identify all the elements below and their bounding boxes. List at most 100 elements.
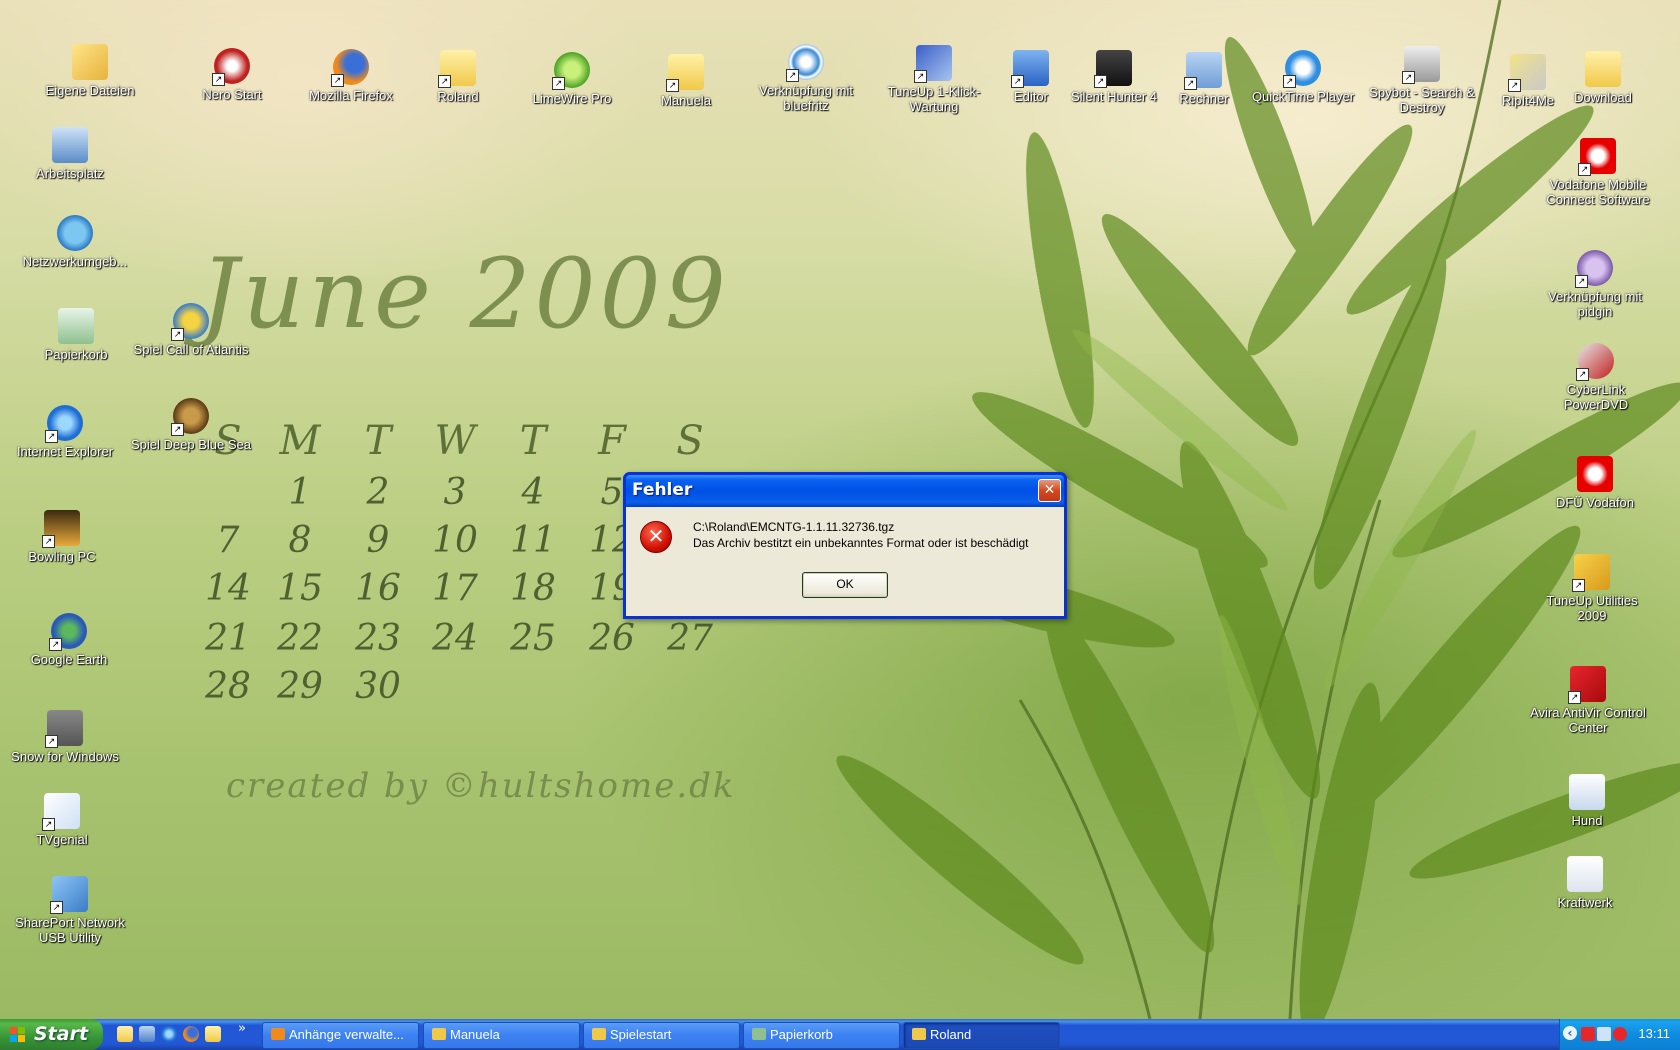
silent-hunter-icon: ↗ bbox=[1094, 50, 1132, 88]
desktop-icon-mozilla-firefox[interactable]: ↗ Mozilla Firefox bbox=[291, 49, 411, 103]
desktop-icon-tuneup-utilities[interactable]: ↗ TuneUp Utilities 2009 bbox=[1532, 554, 1652, 623]
desktop-icon-bowling-pc[interactable]: ↗ Bowling PC bbox=[2, 510, 122, 564]
calendar-day: 28 bbox=[205, 666, 251, 707]
quicklaunch-desktop-icon[interactable] bbox=[139, 1026, 155, 1042]
desktop-icon-papierkorb[interactable]: Papierkorb bbox=[16, 308, 136, 362]
icon-label: Papierkorb bbox=[44, 347, 108, 362]
desktop-icon-quicktime[interactable]: ↗ QuickTime Player bbox=[1243, 50, 1363, 104]
avira-icon: ↗ bbox=[1568, 666, 1606, 704]
quicklaunch-firefox-icon[interactable] bbox=[183, 1026, 199, 1042]
calendar-day: 21 bbox=[205, 618, 251, 659]
quicklaunch-ie-icon[interactable] bbox=[161, 1026, 177, 1042]
desktop-icon-limewire-pro[interactable]: ↗ LimeWire Pro bbox=[512, 52, 632, 106]
desktop-icon-hund[interactable]: Hund bbox=[1527, 774, 1647, 828]
desktop-icon-download[interactable]: Download bbox=[1543, 51, 1663, 105]
icon-label: Verknüpfung mit bluefritz bbox=[759, 83, 853, 113]
icon-label: Manuela bbox=[661, 93, 711, 108]
system-tray: ‹ 13:11 bbox=[1559, 1019, 1680, 1050]
tray-antivir-umbrella-icon[interactable] bbox=[1613, 1027, 1627, 1041]
desktop-icon-deep-blue-sea[interactable]: ↗ Spiel Deep Blue Sea bbox=[131, 398, 251, 452]
icon-label: TuneUp 1-Klick-Wartung bbox=[887, 84, 981, 114]
calendar-day: 1 bbox=[288, 472, 312, 513]
powerdvd-icon: ↗ bbox=[1576, 343, 1614, 381]
tray-avira-icon[interactable] bbox=[1581, 1027, 1595, 1041]
dialog-titlebar[interactable]: Fehler ✕ bbox=[623, 472, 1067, 507]
internet-explorer-icon: ↗ bbox=[45, 405, 83, 443]
spybot-icon: ↗ bbox=[1402, 46, 1440, 84]
shortcut-arrow-icon: ↗ bbox=[1283, 75, 1296, 88]
desktop[interactable]: June 2009 SMTWTFS12345678910111213141516… bbox=[0, 0, 1680, 1019]
taskbar-button-icon bbox=[271, 1028, 285, 1040]
calendar-day: 26 bbox=[589, 618, 635, 659]
error-icon: ✕ bbox=[640, 521, 672, 553]
quicklaunch-folder-icon[interactable] bbox=[205, 1026, 221, 1042]
shortcut-arrow-icon: ↗ bbox=[1184, 77, 1197, 90]
calendar-day: 24 bbox=[432, 618, 478, 659]
taskbar-button-label: Papierkorb bbox=[770, 1027, 833, 1042]
desktop-icon-arbeitsplatz[interactable]: Arbeitsplatz bbox=[10, 127, 130, 181]
desktop-icon-snow-for-windows[interactable]: ↗ Snow for Windows bbox=[5, 710, 125, 764]
desktop-icon-cyberlink[interactable]: ↗ CyberLink PowerDVD bbox=[1536, 343, 1656, 412]
calendar-weekday-header: W bbox=[434, 418, 476, 464]
clock[interactable]: 13:11 bbox=[1638, 1026, 1670, 1041]
icon-label: Nero Start bbox=[202, 87, 262, 102]
desktop-icon-avira[interactable]: ↗ Avira AntiVir Control Center bbox=[1528, 666, 1648, 735]
desktop-icon-tvgenial[interactable]: ↗ TVgenial bbox=[2, 793, 122, 847]
desktop-icon-manuela[interactable]: ↗ Manuela bbox=[626, 54, 746, 108]
desktop-icon-dfue-vodafon[interactable]: DFÜ Vodafon bbox=[1535, 456, 1655, 510]
windows-logo-icon bbox=[10, 1027, 25, 1042]
calendar-day: 27 bbox=[667, 618, 713, 659]
taskbar-button-label: Spielestart bbox=[610, 1027, 672, 1042]
desktop-icon-call-of-atlantis[interactable]: ↗ Spiel Call of Atlantis bbox=[131, 303, 251, 357]
taskbar-button[interactable]: Roland bbox=[903, 1022, 1060, 1049]
calendar-day: 30 bbox=[355, 666, 401, 707]
close-button[interactable]: ✕ bbox=[1038, 479, 1061, 502]
desktop-icon-google-earth[interactable]: ↗ Google Earth bbox=[9, 613, 129, 667]
tuneup-icon: ↗ bbox=[914, 45, 952, 83]
desktop-icon-roland[interactable]: ↗ Roland bbox=[398, 50, 518, 104]
quicktime-icon: ↗ bbox=[1283, 50, 1321, 88]
calendar-day: 9 bbox=[366, 520, 390, 561]
desktop-icon-kraftwerk[interactable]: Kraftwerk bbox=[1525, 856, 1645, 910]
error-dialog[interactable]: Fehler ✕ ✕ C:\Roland\EMCNTG-1.1.11.32736… bbox=[623, 472, 1067, 619]
shortcut-arrow-icon: ↗ bbox=[45, 735, 58, 748]
desktop-icon-netzwerk[interactable]: Netzwerkumgeb... bbox=[15, 215, 135, 269]
taskbar-button[interactable]: Anhänge verwalte... bbox=[262, 1022, 419, 1049]
tray-network-icon[interactable] bbox=[1597, 1027, 1611, 1041]
desktop-icon-vodafone-mobile[interactable]: ↗ Vodafone Mobile Connect Software bbox=[1538, 138, 1658, 207]
shortcut-arrow-icon: ↗ bbox=[1568, 691, 1581, 704]
icon-label: Spybot - Search & Destroy bbox=[1369, 85, 1475, 115]
folder-icon: ↗ bbox=[438, 50, 476, 88]
calendar-day: 2 bbox=[366, 472, 390, 513]
desktop-icon-nero-start[interactable]: ↗ Nero Start bbox=[172, 48, 292, 102]
icon-label: Spiel Deep Blue Sea bbox=[131, 437, 251, 452]
icon-label: Roland bbox=[437, 89, 479, 104]
desktop-icon-spybot[interactable]: ↗ Spybot - Search & Destroy bbox=[1362, 46, 1482, 115]
ok-button[interactable]: OK bbox=[802, 572, 888, 598]
calendar-day: 29 bbox=[277, 666, 323, 707]
tray-expand-icon[interactable]: ‹ bbox=[1563, 1026, 1577, 1040]
snow-icon: ↗ bbox=[45, 710, 83, 748]
taskbar-button[interactable]: Papierkorb bbox=[743, 1022, 900, 1049]
start-button[interactable]: Start bbox=[0, 1019, 103, 1050]
taskbar-button[interactable]: Manuela bbox=[423, 1022, 580, 1049]
taskbar-button[interactable]: Spielestart bbox=[583, 1022, 740, 1049]
shortcut-arrow-icon: ↗ bbox=[171, 328, 184, 341]
icon-label: Rechner bbox=[1179, 91, 1229, 106]
icon-label: Bowling PC bbox=[28, 549, 96, 564]
quicklaunch-overflow-icon[interactable]: » bbox=[238, 1021, 246, 1036]
calendar-day: 3 bbox=[443, 472, 467, 513]
vodafone-icon bbox=[1577, 456, 1613, 492]
pidgin-icon: ↗ bbox=[1575, 250, 1613, 288]
desktop-icon-eigene-dateien[interactable]: Eigene Dateien bbox=[30, 44, 150, 98]
calendar-day: 17 bbox=[432, 568, 478, 609]
desktop-icon-internet-explorer[interactable]: ↗ Internet Explorer bbox=[5, 405, 125, 459]
desktop-icon-shareport[interactable]: ↗ SharePort Network USB Utility bbox=[10, 876, 130, 945]
shortcut-arrow-icon: ↗ bbox=[1578, 163, 1591, 176]
icon-label: QuickTime Player bbox=[1251, 89, 1355, 104]
desktop-icon-verknuepfung-pidgin[interactable]: ↗ Verknüpfung mit pidgin bbox=[1535, 250, 1655, 319]
desktop-icon-verknuepfung-bluefritz[interactable]: ↗ Verknüpfung mit bluefritz bbox=[746, 44, 866, 113]
shortcut-arrow-icon: ↗ bbox=[42, 535, 55, 548]
quicklaunch-explorer-icon[interactable] bbox=[117, 1026, 133, 1042]
bowling-icon: ↗ bbox=[42, 510, 80, 548]
